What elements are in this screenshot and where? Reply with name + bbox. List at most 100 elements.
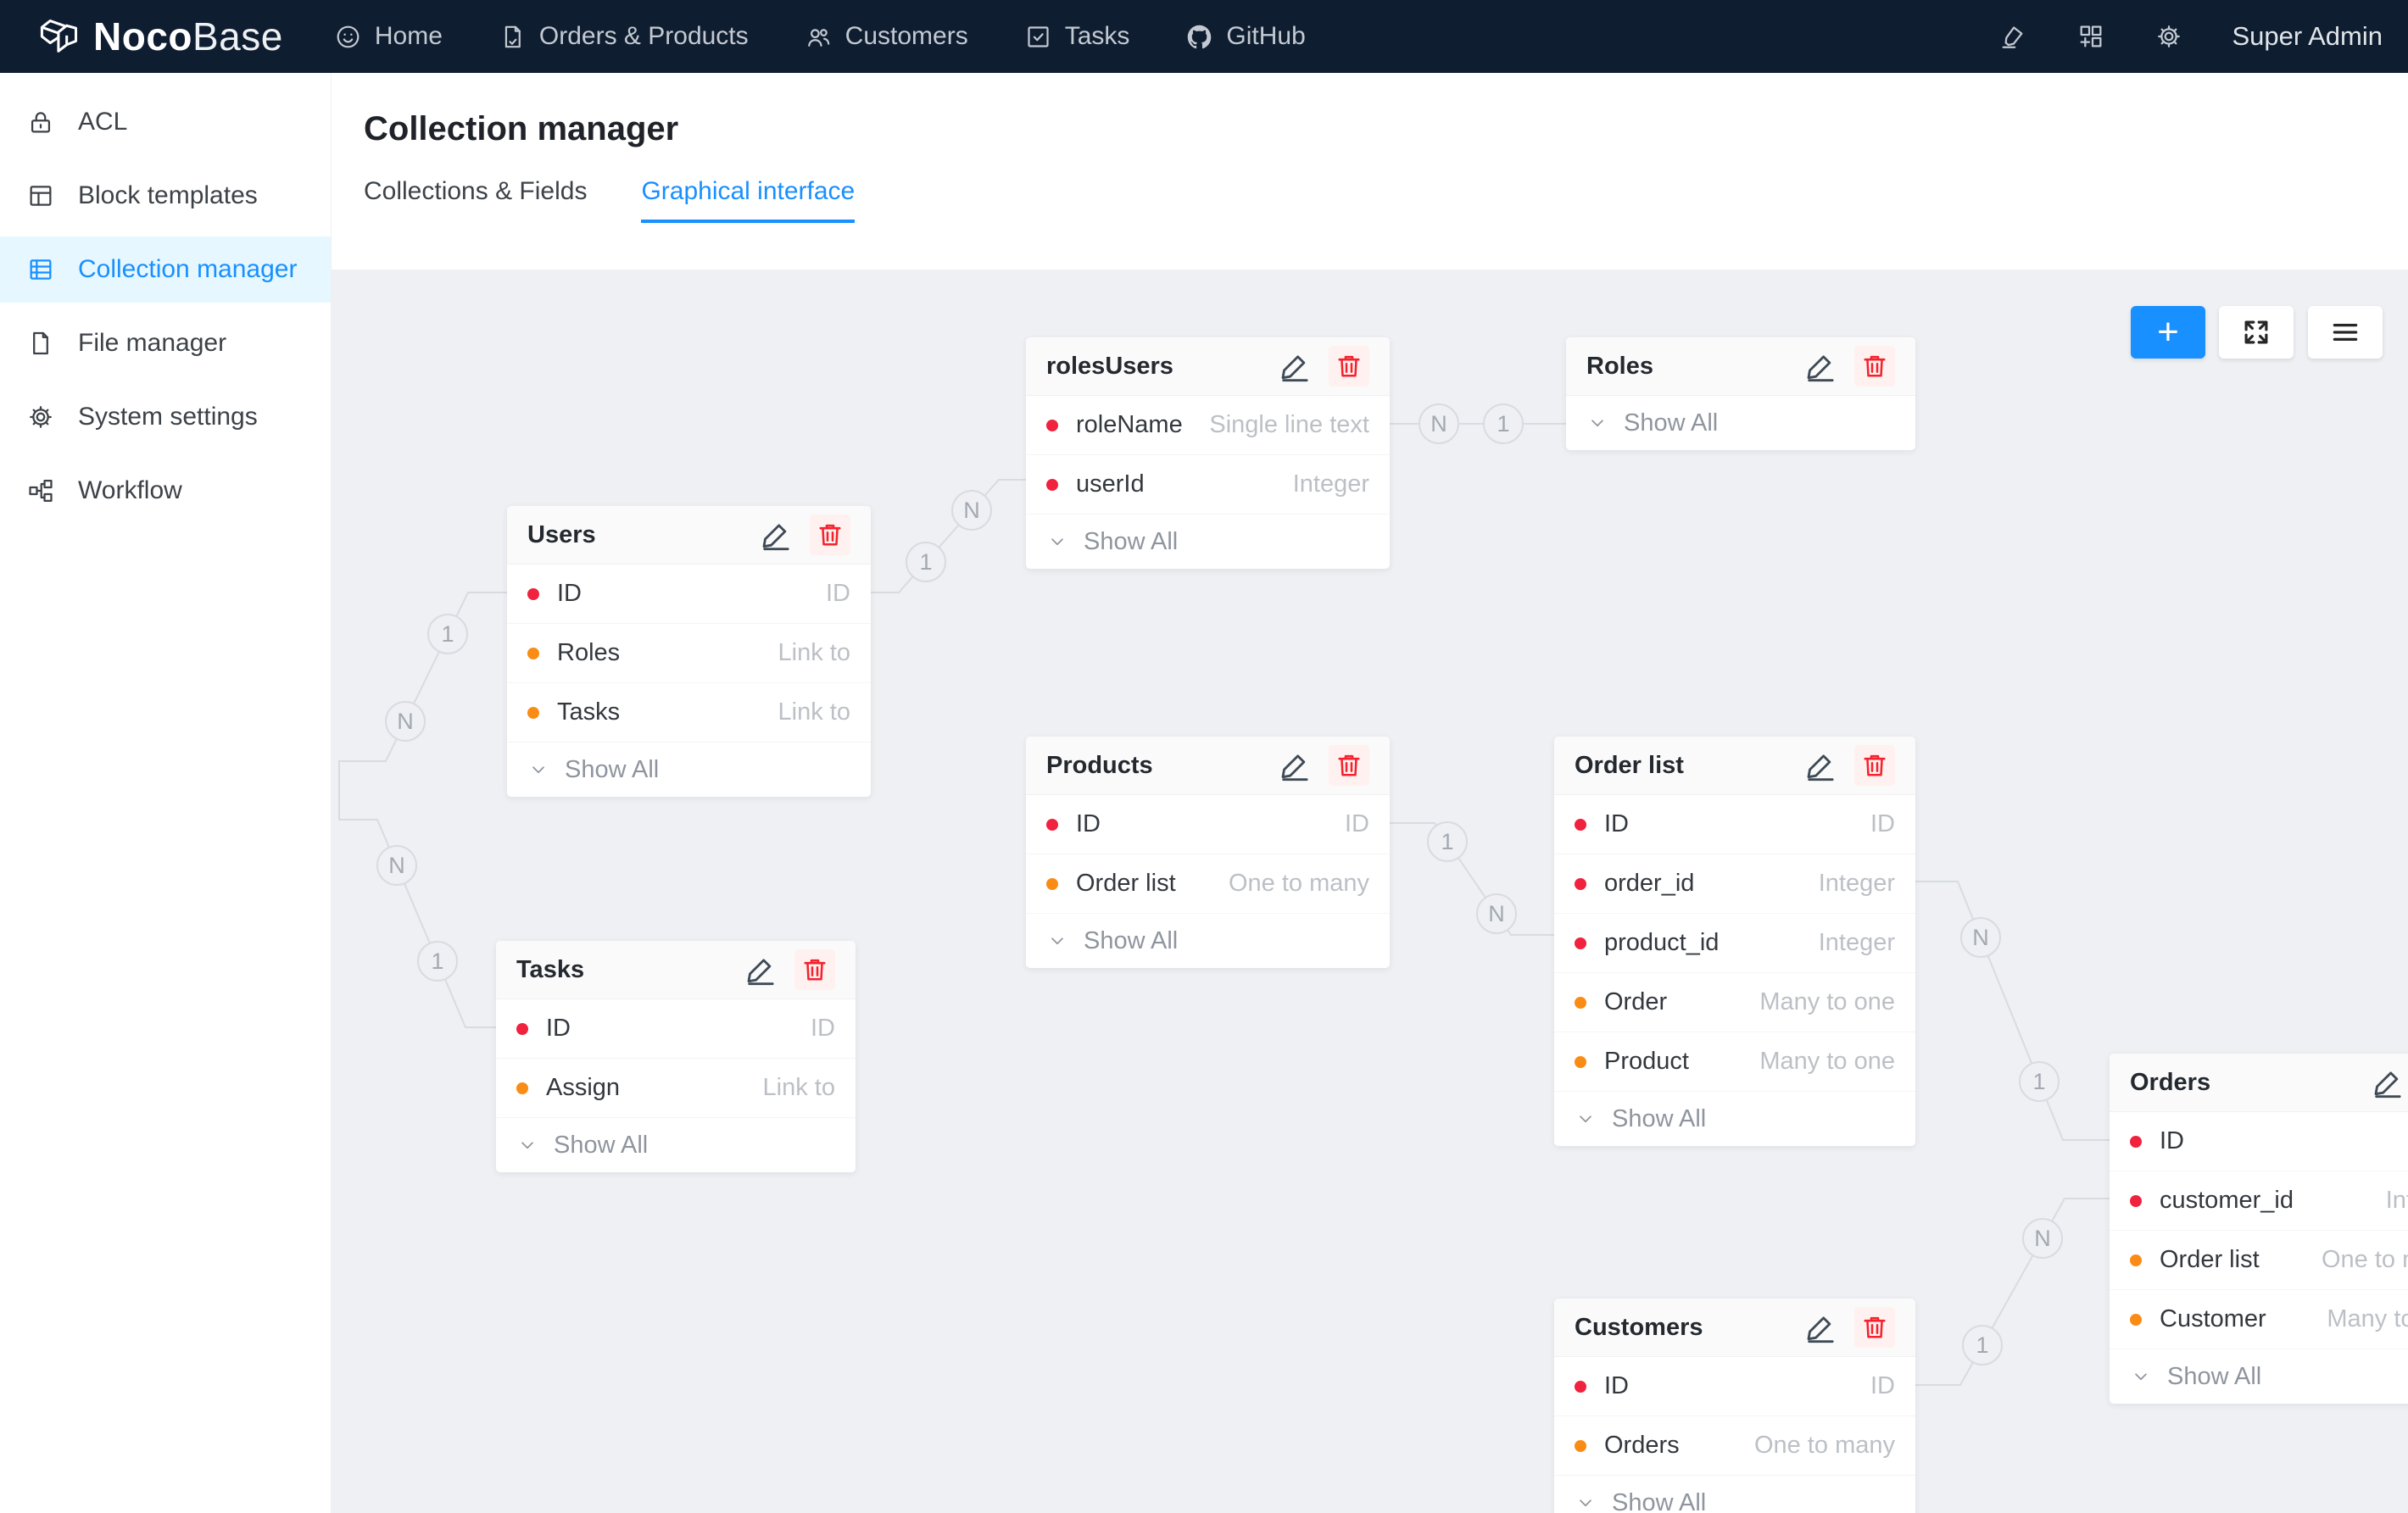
delete-collection-button[interactable]: [810, 515, 850, 555]
show-all-toggle[interactable]: Show All: [496, 1118, 856, 1172]
tab-bar: Collections & Fields Graphical interface: [364, 177, 2408, 223]
nav-item-label: Customers: [845, 22, 968, 51]
delete-collection-button[interactable]: [794, 949, 835, 990]
show-all-toggle[interactable]: Show All: [1554, 1092, 1915, 1146]
entity-card-products[interactable]: ProductsIDIDOrder listOne to manyShow Al…: [1026, 737, 1390, 968]
cardinality-label: N: [1430, 411, 1447, 437]
field-name: ID: [1076, 810, 1345, 838]
fullscreen-icon: [2240, 316, 2272, 348]
entity-header[interactable]: Orders: [2110, 1054, 2408, 1112]
delete-collection-button[interactable]: [1329, 745, 1369, 786]
entity-card-orders[interactable]: OrdersIDIDcustomer_idInteger Order listOn…: [2110, 1054, 2408, 1404]
lock-icon: [26, 108, 55, 136]
field-name: userId: [1076, 470, 1293, 498]
entity-header[interactable]: Users: [507, 506, 871, 565]
entity-header[interactable]: Customers: [1554, 1299, 1915, 1357]
edit-collection-button[interactable]: [2371, 1065, 2405, 1099]
field-name: roleName: [1076, 411, 1209, 439]
show-all-toggle[interactable]: Show All: [2110, 1349, 2408, 1404]
field-name: ID: [1604, 1372, 1870, 1400]
diagram-menu-button[interactable]: [2308, 306, 2383, 359]
nav-item-label: Tasks: [1065, 22, 1130, 51]
highlighter-icon[interactable]: [1998, 22, 2027, 51]
field-type: Link to: [778, 639, 850, 667]
sidebar-item-collection-manager[interactable]: Collection manager: [0, 236, 331, 303]
er-diagram-canvas[interactable]: N11N1NN11NN11N UsersIDIDRolesLink toTask…: [332, 270, 2408, 1513]
fullscreen-button[interactable]: [2219, 306, 2294, 359]
entity-header[interactable]: Roles: [1566, 337, 1915, 396]
show-all-toggle[interactable]: Show All: [1026, 515, 1390, 569]
sidebar-item-workflow[interactable]: Workflow: [0, 458, 331, 524]
field-row-customer-id: customer_idInteger: [2110, 1171, 2408, 1231]
show-all-toggle[interactable]: Show All: [507, 743, 871, 797]
nav-item-github[interactable]: GitHub: [1185, 0, 1305, 73]
sidebar-item-block-templates[interactable]: Block templates: [0, 163, 331, 229]
edit-icon: [2371, 1065, 2405, 1099]
entity-card-users[interactable]: UsersIDIDRolesLink toTasksLink toShow Al…: [507, 506, 871, 797]
settings-gear-icon[interactable]: [2154, 22, 2183, 51]
nav-item-customers[interactable]: Customers: [805, 0, 968, 73]
user-menu[interactable]: Super Admin: [2232, 21, 2383, 52]
edit-icon: [1278, 349, 1312, 383]
chevron-down-icon: [1046, 531, 1068, 553]
nocobase-logo[interactable]: NocoBase: [0, 14, 283, 59]
field-type: Many to one: [1759, 988, 1895, 1016]
entity-header[interactable]: rolesUsers: [1026, 337, 1390, 396]
github-icon: [1185, 23, 1213, 51]
field-dot-red: [1575, 878, 1586, 890]
field-type: One to many: [2322, 1246, 2408, 1274]
entity-header[interactable]: Products: [1026, 737, 1390, 795]
field-dot-red: [1046, 479, 1058, 491]
field-name: Order list: [2160, 1246, 2322, 1274]
edit-collection-button[interactable]: [1803, 1310, 1837, 1344]
trash-icon: [1859, 1312, 1890, 1343]
add-block-icon[interactable]: [2076, 22, 2105, 51]
sidebar-item-file-manager[interactable]: File manager: [0, 310, 331, 376]
show-all-toggle[interactable]: Show All: [1554, 1476, 1915, 1513]
nav-item-tasks[interactable]: Tasks: [1024, 0, 1130, 73]
field-type: ID: [1870, 810, 1895, 838]
nav-item-home[interactable]: Home: [334, 0, 443, 73]
tab-collections-fields[interactable]: Collections & Fields: [364, 177, 587, 223]
chevron-down-icon: [1046, 930, 1068, 952]
sidebar-item-system-settings[interactable]: System settings: [0, 384, 331, 450]
delete-collection-button[interactable]: [1854, 1307, 1895, 1348]
entity-header[interactable]: Tasks: [496, 941, 856, 999]
field-row-roles: RolesLink to: [507, 624, 871, 683]
entity-card-roles[interactable]: RolesShow All: [1566, 337, 1915, 450]
edit-collection-button[interactable]: [744, 953, 778, 987]
show-all-toggle[interactable]: Show All: [1026, 914, 1390, 968]
nav-item-orders-products[interactable]: Orders & Products: [499, 0, 749, 73]
field-type: ID: [826, 580, 850, 608]
entity-header[interactable]: Order list: [1554, 737, 1915, 795]
entity-card-order-list[interactable]: Order listIDIDorder_idIntegerproduct_idI…: [1554, 737, 1915, 1146]
field-type: Integer: [1819, 870, 1895, 898]
add-collection-button[interactable]: +: [2131, 306, 2205, 359]
delete-collection-button[interactable]: [1329, 346, 1369, 387]
top-nav-menu: Home Orders & Products Customers Tasks GitHu…: [334, 0, 1306, 73]
field-row-id: IDID: [2110, 1112, 2408, 1171]
edit-collection-button[interactable]: [1278, 349, 1312, 383]
field-dot-red: [1046, 819, 1058, 831]
sidebar-item-acl[interactable]: ACL: [0, 89, 331, 155]
trash-icon: [815, 520, 845, 550]
delete-collection-button[interactable]: [1854, 346, 1895, 387]
field-row-id: IDID: [496, 999, 856, 1059]
entity-card-rolesusers[interactable]: rolesUsersroleNameSingle line textuserId…: [1026, 337, 1390, 569]
grid-plus-icon: [2076, 22, 2105, 51]
entity-card-customers[interactable]: CustomersIDIDOrdersOne to manyShow All: [1554, 1299, 1915, 1513]
edit-collection-button[interactable]: [1278, 748, 1312, 782]
tab-graphical-interface[interactable]: Graphical interface: [641, 177, 855, 223]
field-name: order_id: [1604, 870, 1819, 898]
field-type: Link to: [778, 698, 850, 726]
edit-collection-button[interactable]: [1803, 748, 1837, 782]
entity-card-tasks[interactable]: TasksIDIDAssignLink toShow All: [496, 941, 856, 1172]
delete-collection-button[interactable]: [1854, 745, 1895, 786]
field-type: ID: [1345, 810, 1369, 838]
edit-collection-button[interactable]: [759, 518, 793, 552]
show-all-label: Show All: [565, 756, 659, 784]
show-all-toggle[interactable]: Show All: [1566, 396, 1915, 450]
edit-collection-button[interactable]: [1803, 349, 1837, 383]
layout-icon: [26, 181, 55, 210]
field-row-tasks: TasksLink to: [507, 683, 871, 743]
